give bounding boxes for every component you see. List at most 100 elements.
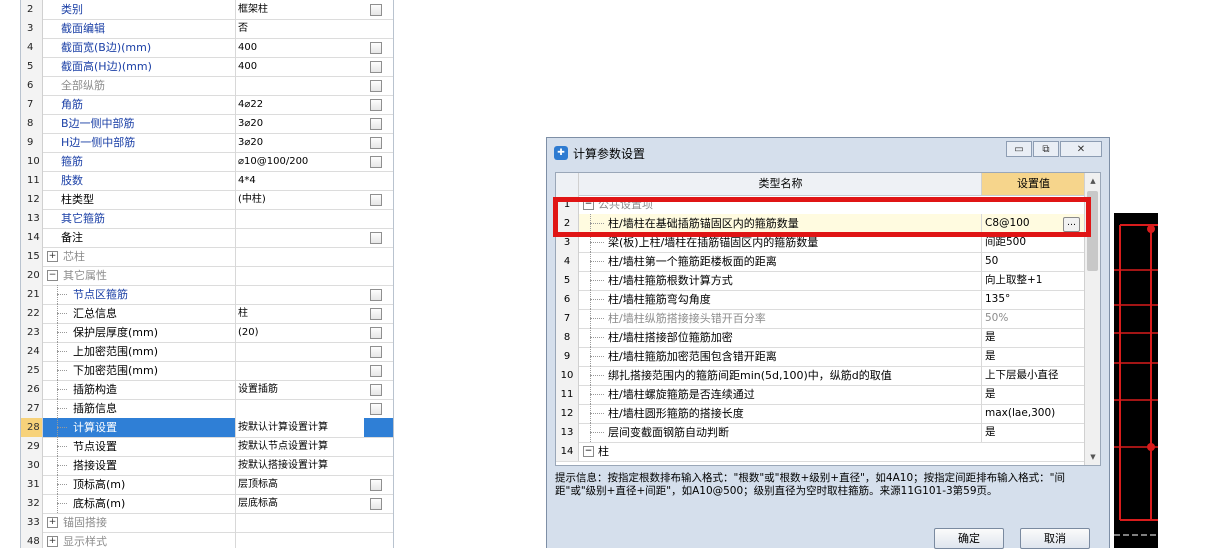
collapse-icon[interactable]: − [47, 270, 58, 281]
property-checkbox[interactable] [370, 118, 382, 130]
setting-value[interactable]: 是 [981, 328, 1084, 347]
property-value[interactable]: 层顶标高 [235, 475, 364, 494]
property-checkbox[interactable] [370, 498, 382, 510]
property-value[interactable]: ⌀10@100/200 [235, 152, 364, 171]
property-value[interactable] [235, 247, 364, 266]
property-row[interactable]: 31 顶标高(m) 层顶标高 [21, 475, 393, 495]
setting-row[interactable]: 9 柱/墙柱箍筋加密范围包含错开距离 是 [556, 347, 1084, 367]
property-value[interactable]: (中柱) [235, 190, 364, 209]
setting-row[interactable]: 6 柱/墙柱箍筋弯勾角度 135° [556, 290, 1084, 310]
property-row[interactable]: 33 + 锚固搭接 [21, 513, 393, 533]
property-checkbox[interactable] [370, 61, 382, 73]
property-checkbox[interactable] [370, 308, 382, 320]
property-row[interactable]: 12 柱类型 (中柱) [21, 190, 393, 210]
property-value[interactable] [235, 532, 364, 548]
property-row[interactable]: 13 其它箍筋 [21, 209, 393, 229]
property-row[interactable]: 20− 其它属性 [21, 266, 393, 286]
property-checkbox[interactable] [370, 232, 382, 244]
property-value[interactable]: 400 [235, 57, 364, 76]
cancel-button[interactable]: 取消 [1020, 528, 1090, 549]
setting-row[interactable]: 14− 柱 [556, 442, 1084, 462]
property-value[interactable]: 否 [235, 19, 364, 38]
property-checkbox[interactable] [370, 137, 382, 149]
property-value[interactable] [235, 76, 364, 95]
property-row[interactable]: 2 类别 框架柱 [21, 0, 393, 20]
property-value[interactable]: 按默认计算设置计算 [235, 418, 364, 437]
property-value[interactable]: 3⌀20 [235, 133, 364, 152]
property-checkbox[interactable] [370, 4, 382, 16]
property-checkbox[interactable] [370, 289, 382, 301]
scroll-up-arrow-icon[interactable]: ▲ [1085, 173, 1100, 189]
property-row[interactable]: 15 + 芯柱 [21, 247, 393, 267]
property-checkbox[interactable] [370, 99, 382, 111]
collapse-icon[interactable]: − [583, 446, 594, 457]
setting-row[interactable]: 7 柱/墙柱纵筋搭接接头错开百分率 50% [556, 309, 1084, 329]
property-row[interactable]: 29 节点设置 按默认节点设置计算 [21, 437, 393, 457]
property-row[interactable]: 10 箍筋 ⌀10@100/200 [21, 152, 393, 172]
setting-row[interactable]: 4 柱/墙柱第一个箍筋距楼板面的距离 50 [556, 252, 1084, 272]
setting-row[interactable]: 5 柱/墙柱箍筋根数计算方式 向上取整+1 [556, 271, 1084, 291]
setting-value[interactable]: 135° [981, 290, 1084, 309]
property-row[interactable]: 4 截面宽(B边)(mm) 400 [21, 38, 393, 58]
property-checkbox[interactable] [370, 384, 382, 396]
property-value[interactable] [235, 361, 364, 380]
property-row[interactable]: 30 搭接设置 按默认搭接设置计算 [21, 456, 393, 476]
property-value[interactable]: 400 [235, 38, 364, 57]
property-row[interactable]: 21 节点区箍筋 [21, 285, 393, 305]
property-row[interactable]: 5 截面高(H边)(mm) 400 [21, 57, 393, 77]
minimize-button[interactable]: ▭ [1006, 141, 1032, 157]
setting-value[interactable]: 50 [981, 252, 1084, 271]
setting-row[interactable]: 11 柱/墙柱螺旋箍筋是否连续通过 是 [556, 385, 1084, 405]
setting-row[interactable]: 10 绑扎搭接范围内的箍筋间距min(5d,100)中，纵筋d的取值 上下层最小直径 [556, 366, 1084, 386]
setting-value[interactable]: max(lae,300) [981, 404, 1084, 423]
setting-row[interactable]: 8 柱/墙柱搭接部位箍筋加密 是 [556, 328, 1084, 348]
property-value[interactable] [235, 228, 364, 247]
property-value[interactable]: 4*4 [235, 171, 364, 190]
property-row[interactable]: 22 汇总信息 柱 [21, 304, 393, 324]
property-row[interactable]: 14 备注 [21, 228, 393, 248]
property-value[interactable]: 4⌀22 [235, 95, 364, 114]
property-row[interactable]: 11 肢数 4*4 [21, 171, 393, 191]
close-button[interactable]: ✕ [1060, 141, 1102, 157]
property-checkbox[interactable] [370, 194, 382, 206]
property-value[interactable]: 设置插筋 [235, 380, 364, 399]
setting-value[interactable]: 是 [981, 385, 1084, 404]
property-row[interactable]: 25 下加密范围(mm) [21, 361, 393, 381]
property-row[interactable]: 8 B边一侧中部筋 3⌀20 [21, 114, 393, 134]
property-row[interactable]: 28 计算设置 按默认计算设置计算 [21, 418, 393, 438]
property-checkbox[interactable] [370, 80, 382, 92]
property-value[interactable] [235, 342, 364, 361]
setting-value[interactable]: 上下层最小直径 [981, 366, 1084, 385]
property-row[interactable]: 32 底标高(m) 层底标高 [21, 494, 393, 514]
property-value[interactable]: 框架柱 [235, 0, 364, 19]
property-checkbox[interactable] [370, 346, 382, 358]
property-row[interactable]: 23 保护层厚度(mm) (20) [21, 323, 393, 343]
property-checkbox[interactable] [370, 42, 382, 54]
property-row[interactable]: 24 上加密范围(mm) [21, 342, 393, 362]
expand-icon[interactable]: + [47, 517, 58, 528]
property-value[interactable]: 按默认搭接设置计算 [235, 456, 364, 475]
property-checkbox[interactable] [370, 327, 382, 339]
setting-value[interactable]: 向上取整+1 [981, 271, 1084, 290]
expand-icon[interactable]: + [47, 536, 58, 547]
property-value[interactable] [235, 209, 364, 228]
property-value[interactable]: (20) [235, 323, 364, 342]
setting-value[interactable]: 50% [981, 309, 1084, 328]
property-checkbox[interactable] [370, 365, 382, 377]
property-row[interactable]: 27 插筋信息 [21, 399, 393, 419]
property-value[interactable]: 3⌀20 [235, 114, 364, 133]
setting-row[interactable]: 13 层间变截面钢筋自动判断 是 [556, 423, 1084, 443]
property-checkbox[interactable] [370, 403, 382, 415]
property-row[interactable]: 48 + 显示样式 [21, 532, 393, 548]
ok-button[interactable]: 确定 [934, 528, 1004, 549]
property-value[interactable] [235, 266, 364, 285]
property-checkbox[interactable] [370, 479, 382, 491]
expand-icon[interactable]: + [47, 251, 58, 262]
property-row[interactable]: 6 全部纵筋 [21, 76, 393, 96]
property-row[interactable]: 26 插筋构造 设置插筋 [21, 380, 393, 400]
property-value[interactable]: 层底标高 [235, 494, 364, 513]
property-value[interactable] [235, 285, 364, 304]
property-value[interactable]: 按默认节点设置计算 [235, 437, 364, 456]
setting-row[interactable]: 12 柱/墙柱圆形箍筋的搭接长度 max(lae,300) [556, 404, 1084, 424]
property-value[interactable]: 柱 [235, 304, 364, 323]
